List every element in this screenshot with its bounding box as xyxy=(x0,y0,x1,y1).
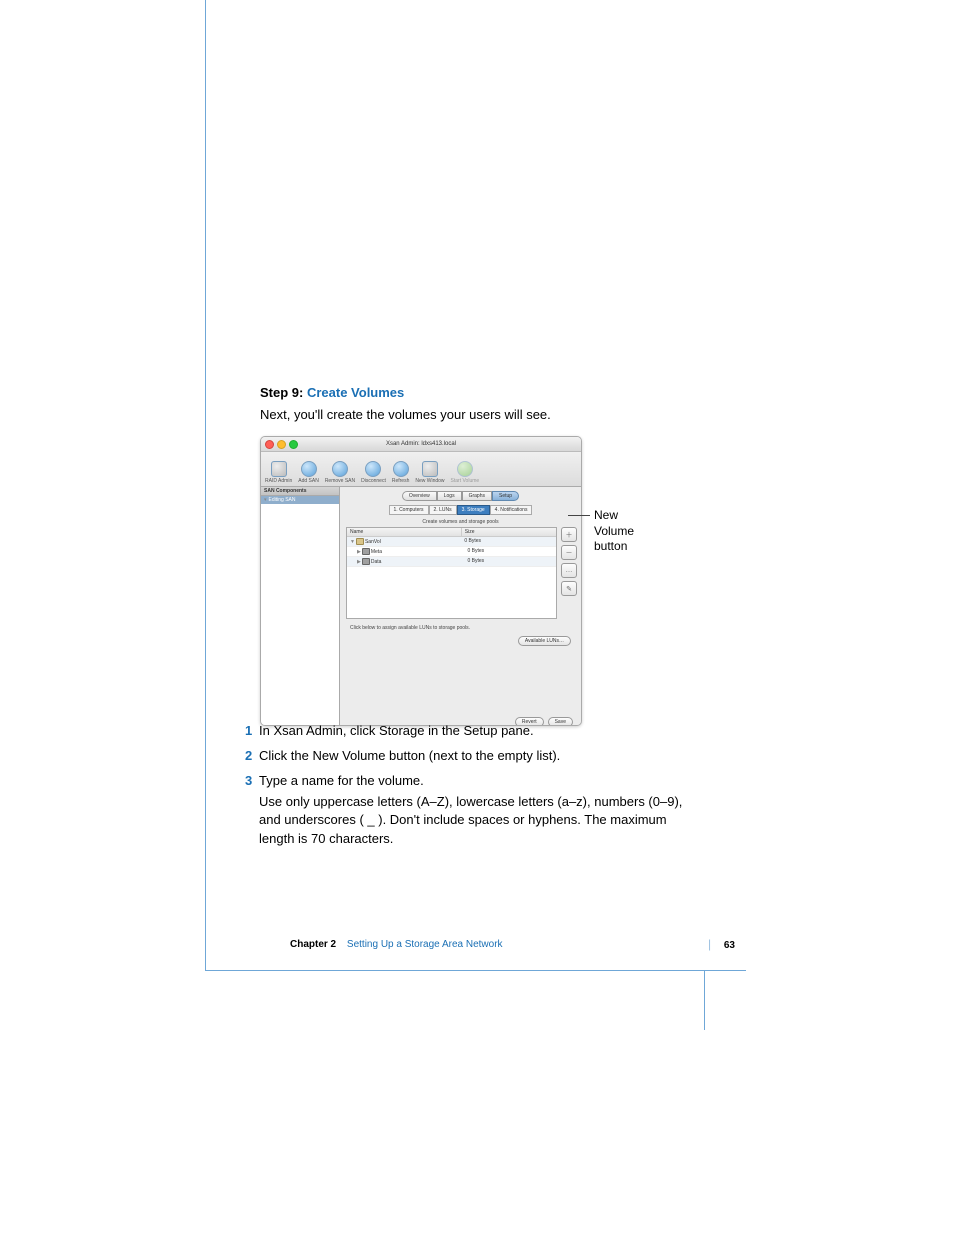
window-titlebar: Xsan Admin: ldxs413.local xyxy=(261,437,581,452)
sidebar-item-editing-san[interactable]: ▾ Editing SAN xyxy=(261,496,339,504)
list-item: 3 Type a name for the volume. xyxy=(245,772,685,791)
window-title: Xsan Admin: ldxs413.local xyxy=(386,441,456,447)
sidebar-header: SAN Components xyxy=(261,487,339,496)
table-row[interactable]: ▶Meta 0 Bytes xyxy=(347,547,556,557)
col-name[interactable]: Name xyxy=(347,528,462,536)
step-number: 1 xyxy=(245,722,259,741)
chevron-down-icon: ▾ xyxy=(264,497,267,503)
toolbar-refresh[interactable]: Refresh xyxy=(392,461,410,484)
toolbar: RAID Admin Add SAN Remove SAN Disconnect… xyxy=(261,452,581,487)
chapter-label: Chapter 2 xyxy=(290,939,336,950)
step-number: 3 xyxy=(245,772,259,791)
tab-setup[interactable]: Setup xyxy=(492,491,519,501)
numbered-steps: 1 In Xsan Admin, click Storage in the Se… xyxy=(245,722,685,849)
toolbar-new-window[interactable]: New Window xyxy=(415,461,444,484)
page-frame-tail xyxy=(704,970,705,1030)
edit-button[interactable]: ✎ xyxy=(561,581,577,596)
step-text: Type a name for the volume. xyxy=(259,772,685,791)
toolbar-disconnect[interactable]: Disconnect xyxy=(361,461,386,484)
callout-label: New Volume button xyxy=(594,508,660,555)
main-pane: Overview Logs Graphs Setup 1. Computers … xyxy=(340,487,581,726)
available-luns-button[interactable]: Available LUNs… xyxy=(518,636,571,646)
storage-table[interactable]: Name Size ▼SanVol 0 Bytes ▶Meta 0 Bytes xyxy=(346,527,557,619)
section-label: Create volumes and storage pools xyxy=(340,519,581,525)
remove-san-icon xyxy=(332,461,348,477)
disclosure-icon[interactable]: ▶ xyxy=(357,559,361,565)
toolbar-add-san[interactable]: Add SAN xyxy=(298,461,319,484)
minimize-icon[interactable] xyxy=(277,440,286,449)
close-icon[interactable] xyxy=(265,440,274,449)
disclosure-icon[interactable]: ▶ xyxy=(357,549,361,555)
tab-overview[interactable]: Overview xyxy=(402,491,437,501)
remove-button[interactable]: － xyxy=(561,545,577,560)
step-number: 2 xyxy=(245,747,259,766)
step-text: Click the New Volume button (next to the… xyxy=(259,747,685,766)
pool-icon xyxy=(362,548,370,555)
footer-separator: | xyxy=(708,937,711,951)
window-controls[interactable] xyxy=(265,440,298,449)
zoom-icon[interactable] xyxy=(289,440,298,449)
start-volume-icon xyxy=(457,461,473,477)
setup-tab-computers[interactable]: 1. Computers xyxy=(389,505,429,515)
tab-graphs[interactable]: Graphs xyxy=(462,491,492,501)
step-heading: Step 9: Create Volumes xyxy=(260,385,690,400)
list-item: 1 In Xsan Admin, click Storage in the Se… xyxy=(245,722,685,741)
list-item: 2 Click the New Volume button (next to t… xyxy=(245,747,685,766)
setup-tab-storage[interactable]: 3. Storage xyxy=(457,505,490,515)
disconnect-icon xyxy=(365,461,381,477)
step-detail: Use only uppercase letters (A–Z), lowerc… xyxy=(259,793,685,850)
screenshot: Xsan Admin: ldxs413.local RAID Admin Add… xyxy=(260,436,660,736)
callout-line xyxy=(568,515,590,516)
page-number: 63 xyxy=(724,940,735,951)
add-san-icon xyxy=(301,461,317,477)
raid-admin-icon xyxy=(271,461,287,477)
volume-icon xyxy=(356,538,364,545)
setup-tab-luns[interactable]: 2. LUNs xyxy=(429,505,457,515)
table-row[interactable]: ▶Data 0 Bytes xyxy=(347,557,556,567)
toolbar-start-volume[interactable]: Start Volume xyxy=(451,461,480,484)
tab-logs[interactable]: Logs xyxy=(437,491,462,501)
step-prefix: Step 9: xyxy=(260,385,307,400)
table-header: Name Size xyxy=(347,528,556,537)
new-window-icon xyxy=(422,461,438,477)
refresh-icon xyxy=(393,461,409,477)
page-footer: Chapter 2 Setting Up a Storage Area Netw… xyxy=(290,937,735,951)
hint-text: Click below to assign available LUNs to … xyxy=(350,625,571,631)
step-title: Create Volumes xyxy=(307,385,404,400)
col-size[interactable]: Size xyxy=(462,528,556,536)
table-side-buttons: ＋ － … ✎ xyxy=(561,527,575,619)
setup-tab-notifications[interactable]: 4. Notifications xyxy=(490,505,533,515)
table-row[interactable]: ▼SanVol 0 Bytes xyxy=(347,537,556,547)
sidebar: SAN Components ▾ Editing SAN xyxy=(261,487,340,726)
chapter-title: Setting Up a Storage Area Network xyxy=(347,939,503,950)
app-window: Xsan Admin: ldxs413.local RAID Admin Add… xyxy=(260,436,582,726)
toolbar-remove-san[interactable]: Remove SAN xyxy=(325,461,355,484)
setup-tabs: 1. Computers 2. LUNs 3. Storage 4. Notif… xyxy=(340,505,581,515)
toolbar-raid-admin[interactable]: RAID Admin xyxy=(265,461,292,484)
view-tabs: Overview Logs Graphs Setup xyxy=(340,491,581,501)
intro-text: Next, you'll create the volumes your use… xyxy=(260,406,690,424)
pool-icon xyxy=(362,558,370,565)
step-text: In Xsan Admin, click Storage in the Setu… xyxy=(259,722,685,741)
disclosure-icon[interactable]: ▼ xyxy=(350,539,355,545)
new-volume-button[interactable]: ＋ xyxy=(561,527,577,542)
options-button[interactable]: … xyxy=(561,563,577,578)
